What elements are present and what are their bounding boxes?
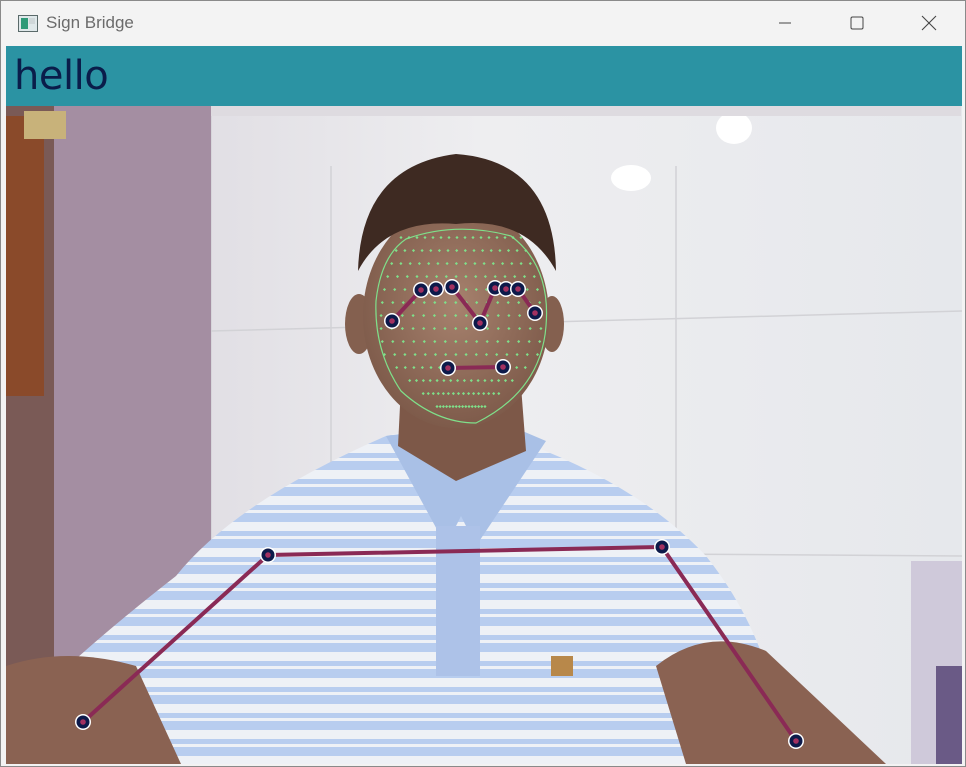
pose-landmark [472, 315, 488, 331]
camera-feed [6, 106, 962, 764]
pose-landmark [444, 279, 460, 295]
pose-landmark [428, 281, 444, 297]
minimize-button[interactable] [749, 1, 821, 45]
pose-landmark [527, 305, 543, 321]
ceiling-light [611, 165, 651, 191]
prediction-banner: hello [6, 46, 962, 106]
pose-landmark [384, 313, 400, 329]
pose-landmark [788, 733, 804, 749]
window-controls [749, 1, 965, 45]
light-strip [211, 106, 961, 116]
pose-landmark [260, 547, 276, 563]
predicted-sign-text: hello [14, 53, 109, 99]
ceiling-light [716, 112, 752, 144]
pose-landmark [75, 714, 91, 730]
app-window: Sign Bridge hello [0, 0, 966, 767]
right-object-top [936, 666, 962, 764]
close-button[interactable] [893, 1, 965, 45]
app-window-icon [18, 14, 38, 32]
shelf-item [24, 111, 66, 139]
maximize-button[interactable] [821, 1, 893, 45]
pose-landmark [510, 281, 526, 297]
title-bar[interactable]: Sign Bridge [1, 1, 965, 45]
minimize-icon [779, 22, 791, 24]
shirt-logo [551, 656, 573, 676]
pose-line-mouth [446, 365, 505, 370]
camera-frame [6, 106, 962, 764]
pose-landmark [654, 539, 670, 555]
shirt-placket [436, 526, 480, 676]
window-title: Sign Bridge [46, 13, 134, 32]
shelf-item [6, 116, 44, 396]
maximize-icon [850, 16, 864, 30]
pose-landmark [440, 360, 456, 376]
close-icon [921, 15, 937, 31]
pose-landmark [495, 359, 511, 375]
pose-landmark [413, 282, 429, 298]
